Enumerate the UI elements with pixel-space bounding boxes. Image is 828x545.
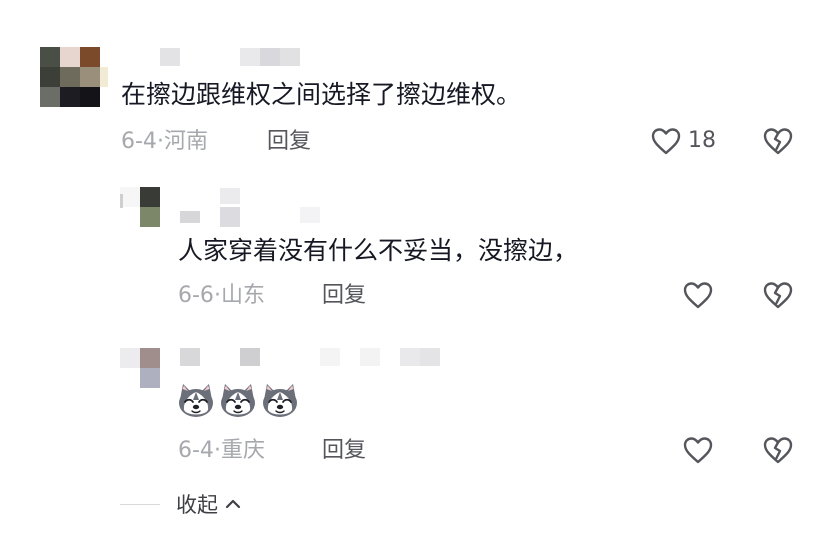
heart-outline-icon (683, 437, 713, 464)
reply-to-username[interactable] (180, 207, 320, 227)
like-button[interactable] (682, 280, 714, 310)
meta-dot: · (213, 283, 221, 308)
husky-emoji (221, 384, 255, 417)
comment-meta: 6-4·河南 (121, 127, 208, 157)
dislike-button[interactable] (762, 435, 794, 465)
like-count: 18 (688, 128, 716, 153)
reply-button[interactable]: 回复 (322, 436, 366, 466)
broken-heart-icon (763, 282, 793, 309)
comment-location: 河南 (163, 129, 208, 154)
husky-emoji (263, 384, 297, 417)
reply-text: 人家穿着没有什么不妥当，没擦边， (178, 236, 579, 265)
like-button[interactable]: 18 (650, 126, 716, 156)
avatar-edge (120, 194, 123, 208)
avatar[interactable] (40, 47, 100, 107)
emoji-row (176, 380, 302, 420)
avatar-edge (100, 67, 108, 87)
collapse-button[interactable]: 收起 (176, 489, 242, 519)
reply-button[interactable]: 回复 (322, 281, 366, 311)
heart-outline-icon (651, 128, 681, 155)
reply-avatar[interactable] (120, 187, 160, 227)
reply-username[interactable] (180, 188, 240, 204)
username[interactable] (160, 48, 300, 66)
husky-emoji (179, 384, 213, 417)
comment-date: 6-4 (121, 129, 157, 154)
heart-outline-icon (683, 282, 713, 309)
comment-text: 在擦边跟维权之间选择了擦边维权。 (121, 80, 522, 109)
reply-meta: 6-6·山东 (178, 281, 265, 311)
broken-heart-icon (763, 437, 793, 464)
broken-heart-icon (763, 128, 793, 155)
dislike-button[interactable] (762, 280, 794, 310)
reply-location: 重庆 (220, 438, 265, 463)
chevron-up-icon (225, 499, 241, 509)
collapse-label: 收起 (176, 493, 218, 517)
meta-dot: · (213, 438, 221, 463)
reply-date: 6-4 (178, 438, 214, 463)
reply-location: 山东 (220, 283, 265, 308)
collapse-divider (120, 504, 160, 505)
reply-meta: 6-4·重庆 (178, 436, 265, 466)
reply-button[interactable]: 回复 (267, 127, 311, 157)
like-button[interactable] (682, 435, 714, 465)
meta-dot: · (156, 129, 164, 154)
reply-date: 6-6 (178, 283, 214, 308)
dislike-button[interactable] (762, 126, 794, 156)
reply-avatar[interactable] (120, 348, 160, 388)
reply-username[interactable] (180, 348, 440, 366)
